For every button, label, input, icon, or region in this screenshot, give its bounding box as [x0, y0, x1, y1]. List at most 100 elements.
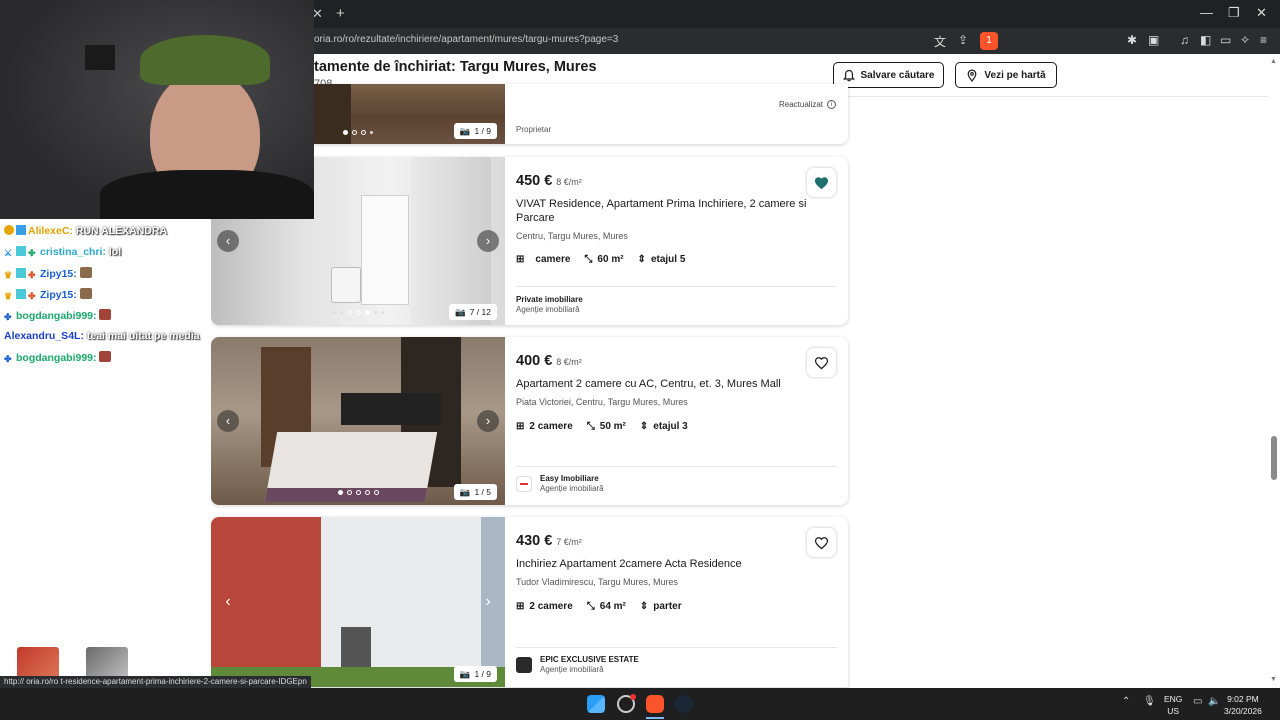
system-clock[interactable]: 9:02 PM 3/20/2026 [1224, 693, 1262, 717]
chat-message: ⚔ ✤ cristina_chri: lol [4, 246, 121, 258]
photo-door-shape [361, 195, 409, 305]
listing-title[interactable]: Inchiriez Apartament 2camere Acta Reside… [516, 557, 826, 571]
volume-icon[interactable]: 🔈 [1208, 696, 1220, 707]
map-view-label: Vezi pe hartă [984, 69, 1046, 81]
chat-text: RUN ALEXANDRA [75, 225, 168, 237]
listing-card[interactable]: ‹ › 📷 1 / 9 430 €7 €/m² Inchiriez Aparta… [211, 517, 848, 687]
leaf-badge-icon: ✤ [28, 270, 36, 280]
photo-prev-button[interactable]: ‹ [217, 230, 239, 252]
favorite-button[interactable] [807, 348, 836, 377]
wallet-icon[interactable]: ▭ [1220, 33, 1231, 47]
input-language[interactable]: ENG US [1164, 693, 1182, 717]
leaf-badge-icon: ✤ [28, 248, 36, 258]
photo-count-text: 1 / 9 [474, 669, 491, 679]
active-app-indicator [646, 717, 664, 719]
new-tab-icon[interactable]: + [336, 5, 345, 22]
agency-type: Agenție imobiliară [516, 305, 580, 314]
chat-username[interactable]: bogdangabi999: [16, 352, 97, 364]
sidebar-icon[interactable]: ◧ [1200, 33, 1211, 47]
rooms-icon: ⊞ [516, 254, 525, 265]
steam-icon[interactable] [675, 695, 693, 713]
restore-icon[interactable]: ❐ [1228, 5, 1240, 21]
listing-card[interactable]: ‹ › 📷 1 / 5 400 €8 €/m² Apartament 2 cam… [211, 337, 848, 505]
card-divider [516, 286, 837, 287]
photo-next-button[interactable]: › [477, 230, 499, 252]
agency-info[interactable]: Private imobiliare Agenție imobiliară [516, 295, 583, 314]
agency-info[interactable]: Easy Imobiliare Agenție imobiliară [540, 474, 604, 493]
photo-counter: 📷 7 / 12 [449, 304, 497, 320]
url-field[interactable]: oria.ro/ro/rezultate/inchiriere/apartame… [314, 34, 618, 45]
rooms-icon: ⊞ [516, 421, 525, 432]
area-feature: ⤡ 50 m² [587, 421, 626, 432]
photo-counter: 📷 1 / 9 [453, 123, 497, 139]
extensions-icon[interactable]: ✱ [1127, 33, 1137, 47]
crown-badge-icon: ♛ [4, 270, 13, 280]
photo-counter: 📷 1 / 5 [453, 484, 497, 500]
photo-prev-button[interactable]: ‹ [217, 591, 239, 613]
clock-date: 3/20/2026 [1224, 706, 1262, 716]
favorite-button[interactable] [807, 168, 836, 197]
microphone-icon[interactable]: 🎙 [1143, 696, 1156, 707]
rooms-feature: ⊞ 2 camere [516, 601, 573, 612]
heart-outline-icon [814, 356, 829, 369]
scroll-thumb[interactable] [1271, 436, 1277, 480]
save-search-label: Salvare căutare [860, 69, 935, 81]
windows-taskbar: ⌃ 🎙 ENG US ▭ 🔈 9:02 PM 3/20/2026 [0, 688, 1280, 720]
info-icon[interactable]: i [827, 100, 836, 109]
photo-prev-button[interactable]: ‹ [217, 410, 239, 432]
page-scrollbar[interactable]: ▲ ▼ [1268, 54, 1280, 688]
listing-title[interactable]: VIVAT Residence, Apartament Prima Inchir… [516, 197, 816, 225]
keyboard-layout: US [1167, 706, 1180, 716]
close-window-icon[interactable]: ✕ [1256, 5, 1267, 21]
listing-info: 400 €8 €/m² Apartament 2 camere cu AC, C… [516, 337, 848, 505]
map-pin-icon [968, 69, 977, 82]
photo-count-text: 1 / 5 [474, 487, 491, 497]
menu-icon[interactable]: ≡ [1260, 33, 1267, 47]
scroll-up-icon[interactable]: ▲ [1270, 58, 1277, 65]
chat-text: teai mai uitat pe media [86, 330, 200, 342]
favorite-button[interactable] [807, 528, 836, 557]
tray-overflow-icon[interactable]: ⌃ [1122, 696, 1130, 707]
tab-groups-icon[interactable]: ▣ [1148, 33, 1159, 47]
brave-shields-icon[interactable]: 1 [980, 32, 998, 50]
camera-icon: 📷 [459, 125, 471, 136]
translate-icon[interactable]: 文 [934, 33, 946, 50]
price-per-m2: 7 €/m² [556, 537, 582, 547]
photo-next-button[interactable]: › [477, 591, 499, 613]
minimize-icon[interactable]: — [1200, 5, 1213, 20]
floor-value: parter [653, 601, 682, 612]
floor-feature: ⇕ etajul 5 [638, 254, 686, 265]
agency-info[interactable]: EPIC EXCLUSIVE ESTATE Agenție imobiliară [540, 655, 639, 674]
windows-start-icon[interactable] [587, 695, 605, 713]
listing-location: Centru, Targu Mures, Mures [516, 231, 628, 241]
listing-title[interactable]: Apartament 2 camere cu AC, Centru, et. 3… [516, 377, 826, 391]
chat-username[interactable]: AlilexeC: [28, 225, 73, 237]
chat-message: AlilexeC: RUN ALEXANDRA [4, 225, 167, 237]
photo-next-button[interactable]: › [477, 410, 499, 432]
agency-name: Easy Imobiliare [540, 474, 599, 483]
leo-ai-icon[interactable]: ✧ [1240, 33, 1250, 47]
chat-username[interactable]: Zipy15: [40, 268, 77, 280]
area-icon: ⤡ [584, 254, 593, 265]
chat-username[interactable]: cristina_chri: [40, 246, 106, 258]
chat-username[interactable]: bogdangabi999: [16, 310, 97, 322]
media-icon[interactable]: ♫ [1180, 33, 1189, 47]
agency-logo [516, 657, 532, 673]
page-title: tamente de închiriat: Targu Mures, Mures [314, 59, 597, 75]
listing-photo[interactable]: ‹ › 📷 1 / 9 [211, 517, 505, 687]
chat-username[interactable]: Alexandru_S4L: [4, 330, 84, 342]
agency-type: Agenție imobiliară [540, 484, 604, 493]
area-icon: ⤡ [586, 421, 595, 432]
listing-location: Tudor Vladimirescu, Targu Mures, Mures [516, 577, 679, 587]
share-icon[interactable]: ⇪ [958, 33, 968, 47]
floor-icon: ⇕ [637, 254, 646, 265]
brave-browser-icon[interactable] [646, 695, 664, 713]
display-icon[interactable]: ▭ [1193, 696, 1202, 707]
chat-emote-icon [79, 267, 92, 278]
listing-photo[interactable]: ‹ › 📷 1 / 5 [211, 337, 505, 505]
save-search-button[interactable]: Salvare căutare [833, 62, 944, 88]
chat-username[interactable]: Zipy15: [40, 289, 77, 301]
map-view-button[interactable]: Vezi pe hartă [955, 62, 1057, 88]
listing-price: 430 €7 €/m² [516, 533, 582, 549]
scroll-down-icon[interactable]: ▼ [1270, 676, 1277, 683]
